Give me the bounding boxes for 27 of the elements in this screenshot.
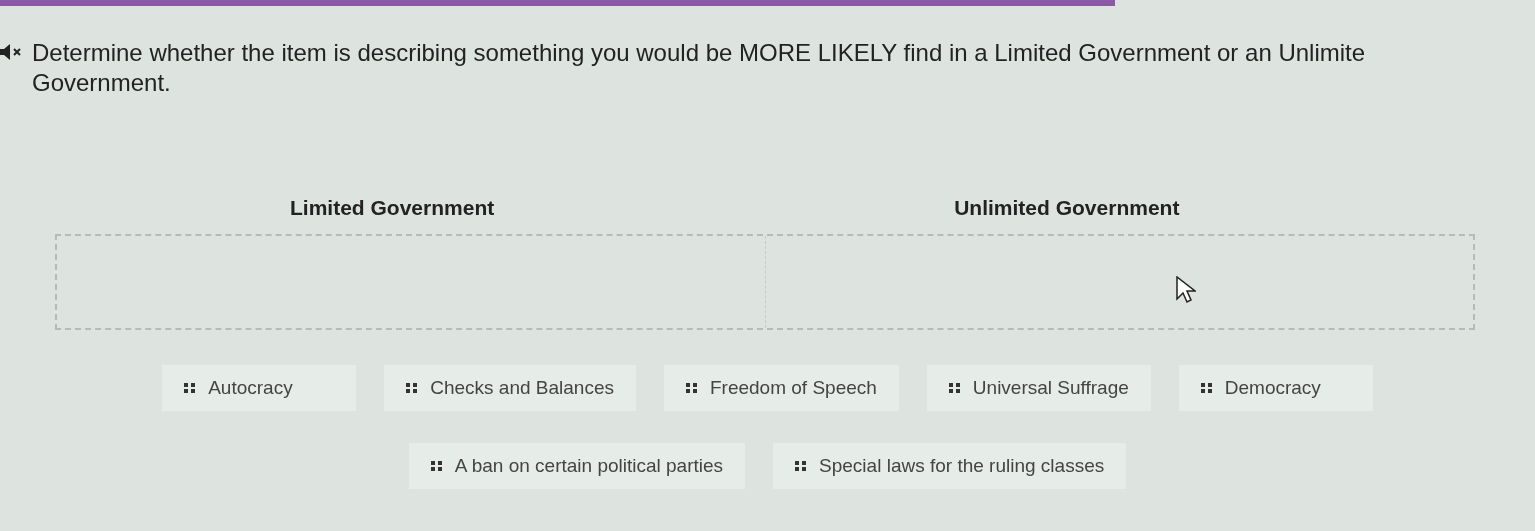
item-label: Universal Suffrage [972,377,1129,399]
drag-handle-icon [685,383,698,393]
zone-heading: Unlimited Government [954,196,1180,220]
speaker-icon[interactable] [0,43,24,61]
zone-heading: Limited Government [290,196,495,220]
cursor-icon [1175,276,1196,304]
item-label: Democracy [1224,377,1321,399]
question-text: Government. [32,68,172,98]
drag-handle-icon [1200,383,1213,393]
item-label: Autocracy [208,377,293,399]
drag-handle-icon [406,383,419,393]
draggable-item[interactable]: Checks and Balances [384,365,636,411]
drag-handle-icon [184,383,197,393]
item-label: Freedom of Speech [709,377,877,399]
draggable-item[interactable]: Autocracy [162,365,357,411]
drag-handle-icon [795,461,808,471]
item-label: Special laws for the ruling classes [819,455,1105,477]
draggable-item[interactable]: Democracy [1178,365,1373,411]
drag-handle-icon [430,461,443,471]
draggable-item[interactable]: A ban on certain political parties [408,443,746,489]
item-label: A ban on certain political parties [454,455,724,477]
drag-handle-icon [948,383,961,393]
draggable-item[interactable]: Freedom of Speech [663,365,899,411]
question-text: Determine whether the item is describing something you would be MORE LIKELY find in a Limited Government or an Unlimite [32,38,1366,68]
item-label: Checks and Balances [430,377,614,399]
draggable-item[interactable]: Universal Suffrage [926,365,1151,411]
draggable-item[interactable]: Special laws for the ruling classes [773,443,1127,489]
